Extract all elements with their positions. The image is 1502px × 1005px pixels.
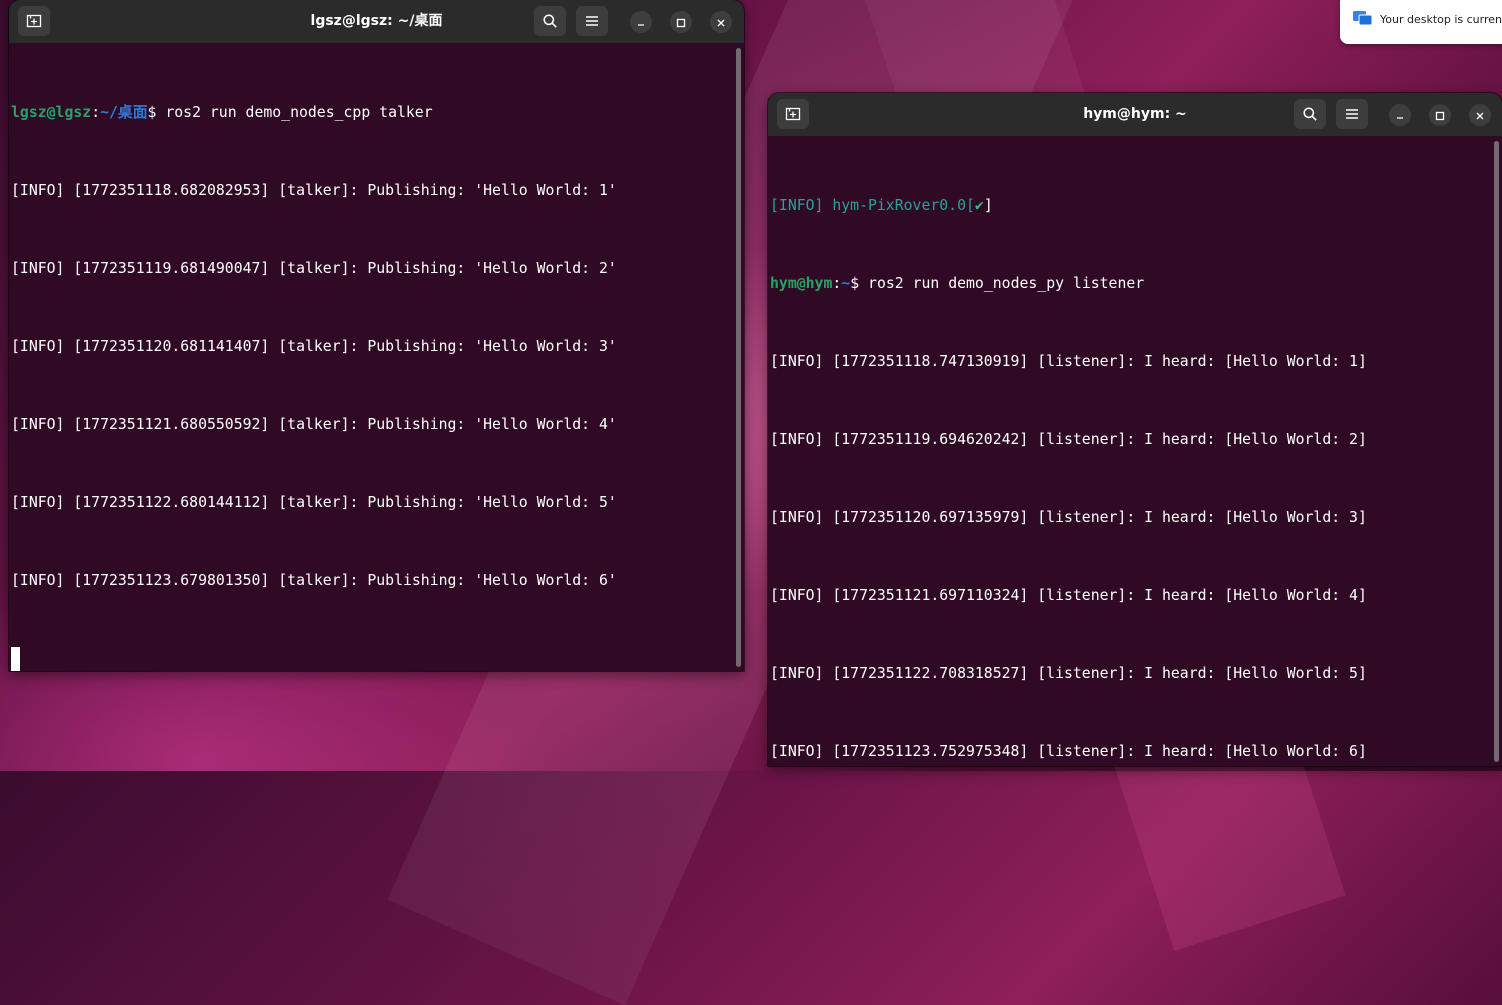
- output-line: [INFO] [1772351121.680550592] [talker]: …: [11, 416, 617, 433]
- minimize-icon: [1395, 106, 1405, 125]
- maximize-button[interactable]: [670, 11, 692, 33]
- prompt-path: ~: [841, 275, 851, 292]
- new-tab-button[interactable]: [18, 6, 50, 36]
- menu-button[interactable]: [576, 6, 608, 36]
- prompt-user: lgsz@lgsz: [11, 104, 92, 121]
- output-line: [INFO] [1772351122.680144112] [talker]: …: [11, 494, 617, 511]
- text-cursor: [11, 647, 20, 671]
- close-icon: [1475, 106, 1485, 125]
- new-tab-button[interactable]: [777, 99, 809, 129]
- remote-desktop-icon: [1352, 9, 1374, 30]
- output-line: [INFO] [1772351120.681141407] [talker]: …: [11, 338, 617, 355]
- output-line: [INFO] [1772351122.708318527] [listener]…: [770, 665, 1367, 682]
- desktop-sharing-notification[interactable]: Your desktop is currently: [1340, 0, 1502, 44]
- output-line: [INFO] [1772351123.679801350] [talker]: …: [11, 572, 617, 589]
- prompt-symbol: $: [147, 104, 166, 121]
- output-line: [INFO] [1772351120.697135979] [listener]…: [770, 509, 1367, 526]
- output-line: [INFO] [1772351121.697110324] [listener]…: [770, 587, 1367, 604]
- info-suffix: ]: [983, 197, 993, 214]
- maximize-icon: [676, 13, 686, 32]
- command-text: ros2 run demo_nodes_cpp talker: [165, 104, 433, 121]
- check-mark: ✔: [974, 197, 984, 214]
- prompt-colon: :: [91, 104, 101, 121]
- search-icon: [542, 13, 558, 29]
- scrollbar[interactable]: [1494, 141, 1499, 762]
- prompt-line: lgsz@lgsz:~/桌面$ ros2 run demo_nodes_cpp …: [11, 100, 744, 126]
- prompt-colon: :: [832, 275, 842, 292]
- talker-terminal-window[interactable]: lgsz@lgsz: ~/桌面 lgsz@lgsz:~/桌面$ ros2 run…: [9, 0, 744, 671]
- new-tab-icon: [26, 13, 42, 29]
- hamburger-menu-icon: [1345, 108, 1359, 120]
- titlebar[interactable]: lgsz@lgsz: ~/桌面: [9, 0, 744, 43]
- listener-terminal-window[interactable]: hym@hym: ~ [INFO] hym-PixRover0.0[✔] hym…: [768, 93, 1502, 766]
- search-button[interactable]: [1294, 99, 1326, 129]
- output-line: [INFO] [1772351119.694620242] [listener]…: [770, 431, 1367, 448]
- output-line: [INFO] [1772351118.682082953] [talker]: …: [11, 182, 617, 199]
- output-line: [INFO] [1772351123.752975348] [listener]…: [770, 743, 1367, 760]
- prompt-line: hym@hym:~$ ros2 run demo_nodes_py listen…: [770, 271, 1502, 297]
- output-line: [INFO] [1772351119.681490047] [talker]: …: [11, 260, 617, 277]
- maximize-icon: [1435, 106, 1445, 125]
- info-line: [INFO] hym-PixRover0.0[✔]: [770, 193, 1502, 219]
- search-icon: [1302, 106, 1318, 122]
- hamburger-menu-icon: [585, 15, 599, 27]
- prompt-path: ~/桌面: [100, 104, 148, 121]
- terminal-output[interactable]: [INFO] hym-PixRover0.0[✔] hym@hym:~$ ros…: [768, 136, 1502, 766]
- close-button[interactable]: [1469, 104, 1491, 126]
- info-prefix: [INFO] hym-PixRover0.0[: [770, 197, 975, 214]
- minimize-button[interactable]: [630, 11, 652, 33]
- search-button[interactable]: [534, 6, 566, 36]
- output-line: [INFO] [1772351118.747130919] [listener]…: [770, 353, 1367, 370]
- scrollbar[interactable]: [736, 48, 741, 667]
- close-button[interactable]: [710, 11, 732, 33]
- cursor-line: [11, 646, 744, 671]
- prompt-symbol: $: [850, 275, 869, 292]
- new-tab-icon: [785, 106, 801, 122]
- titlebar[interactable]: hym@hym: ~: [768, 93, 1502, 136]
- minimize-button[interactable]: [1389, 104, 1411, 126]
- minimize-icon: [636, 13, 646, 32]
- menu-button[interactable]: [1336, 99, 1368, 129]
- prompt-user: hym@hym: [770, 275, 833, 292]
- notification-text: Your desktop is currently: [1380, 12, 1502, 26]
- maximize-button[interactable]: [1429, 104, 1451, 126]
- close-icon: [716, 13, 726, 32]
- terminal-output[interactable]: lgsz@lgsz:~/桌面$ ros2 run demo_nodes_cpp …: [9, 43, 744, 671]
- command-text: ros2 run demo_nodes_py listener: [868, 275, 1145, 292]
